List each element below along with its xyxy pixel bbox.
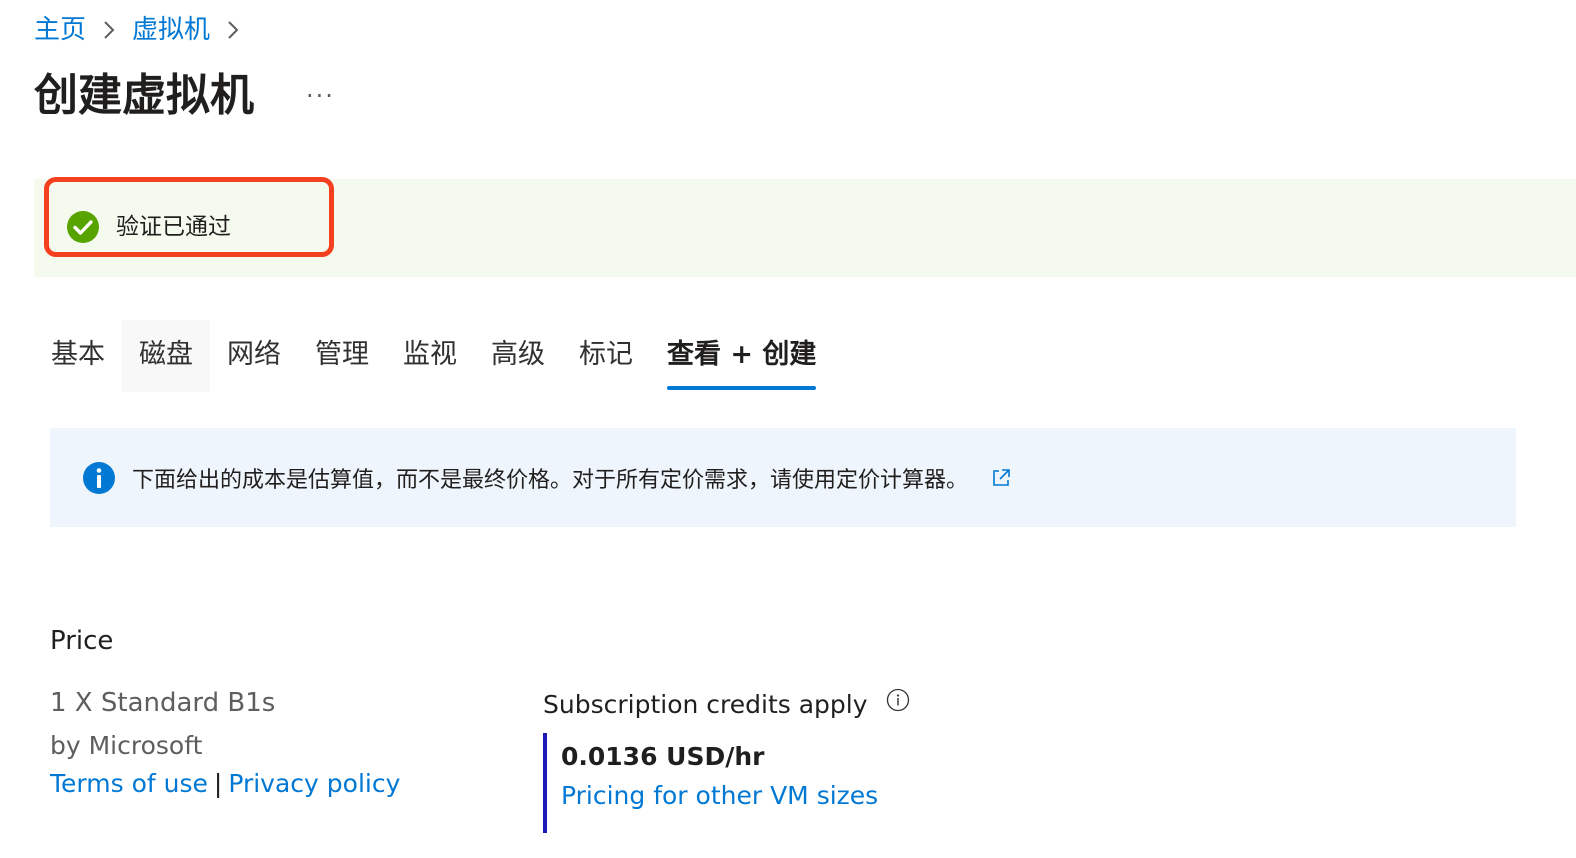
vm-sku: 1 X Standard B1s — [50, 688, 276, 718]
more-options-icon[interactable]: ··· — [306, 76, 335, 116]
price-heading: Price — [50, 626, 114, 656]
link-separator: | — [213, 769, 223, 798]
validation-text: 验证已通过 — [116, 214, 231, 240]
price-block: 0.0136 USD/hr Pricing for other VM sizes — [543, 733, 878, 833]
subscription-credits: Subscription credits apply — [543, 686, 910, 724]
breadcrumb: 主页 虚拟机 — [34, 12, 256, 48]
tab-disks[interactable]: 磁盘 — [122, 320, 210, 392]
cost-info-text: 下面给出的成本是估算值，而不是最终价格。对于所有定价需求，请使用定价计算器。 — [132, 467, 969, 493]
success-check-icon — [67, 211, 99, 243]
cost-info-bar: 下面给出的成本是估算值，而不是最终价格。对于所有定价需求，请使用定价计算器。 — [50, 428, 1516, 527]
breadcrumb-vm-link[interactable]: 虚拟机 — [132, 12, 210, 48]
publisher: by Microsoft — [50, 731, 203, 760]
tab-networking[interactable]: 网络 — [210, 320, 298, 392]
chevron-right-icon — [102, 20, 116, 40]
privacy-policy-link[interactable]: Privacy policy — [228, 769, 400, 798]
chevron-right-icon — [226, 20, 240, 40]
create-vm-page: 主页 虚拟机 创建虚拟机 ··· 验证已通过 基本 磁盘 网络 管理 监视 高级… — [0, 0, 1576, 858]
terms-of-use-link[interactable]: Terms of use — [50, 769, 208, 798]
page-title: 创建虚拟机 — [34, 70, 254, 121]
external-link-icon[interactable] — [990, 467, 1012, 489]
validation-status: 验证已通过 — [66, 210, 231, 244]
tab-bar: 基本 磁盘 网络 管理 监视 高级 标记 查看 + 创建 — [34, 320, 833, 392]
tab-tags[interactable]: 标记 — [562, 320, 650, 392]
tab-review-create[interactable]: 查看 + 创建 — [650, 320, 833, 392]
subscription-credits-label: Subscription credits apply — [543, 690, 868, 719]
info-icon — [83, 461, 115, 494]
tab-advanced[interactable]: 高级 — [474, 320, 562, 392]
tab-monitoring[interactable]: 监视 — [386, 320, 474, 392]
tab-basics[interactable]: 基本 — [34, 320, 122, 392]
title-row: 创建虚拟机 ··· — [34, 66, 335, 126]
legal-links: Terms of use | Privacy policy — [50, 766, 400, 802]
hourly-price: 0.0136 USD/hr — [561, 742, 765, 771]
other-vm-sizes-link[interactable]: Pricing for other VM sizes — [561, 779, 878, 813]
breadcrumb-home-link[interactable]: 主页 — [34, 12, 86, 48]
tab-management[interactable]: 管理 — [298, 320, 386, 392]
info-outline-icon[interactable] — [886, 688, 910, 712]
